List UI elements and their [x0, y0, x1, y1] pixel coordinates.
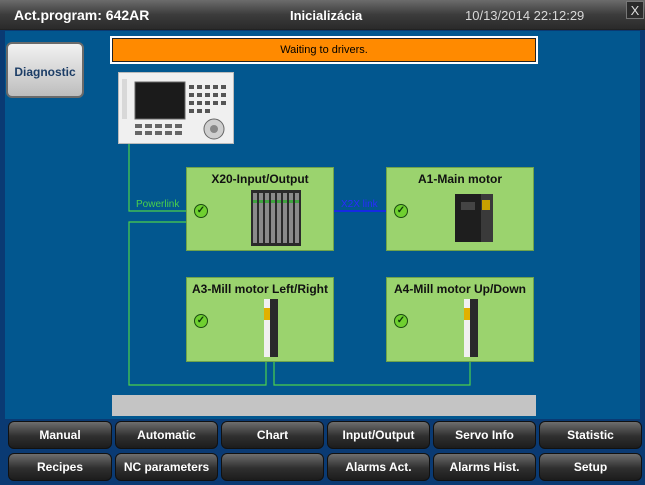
servo-drive-icon: [464, 299, 478, 357]
x2x-label: X2X link: [341, 199, 378, 210]
device-mill-ud[interactable]: A4-Mill motor Up/Down ✓: [386, 277, 534, 362]
plc-panel-image[interactable]: [118, 72, 234, 144]
nav-alarms-act-button[interactable]: Alarms Act.: [327, 453, 430, 481]
device-io[interactable]: X20-Input/Output ✓: [186, 167, 334, 251]
nav-recipes-button[interactable]: Recipes: [8, 453, 112, 481]
inverter-icon: [455, 194, 493, 242]
device-mill-lr-title: A3-Mill motor Left/Right: [192, 282, 328, 296]
nav-servo-info-button[interactable]: Servo Info: [433, 421, 536, 449]
progress-bar: [112, 395, 536, 416]
io-module-icon: [251, 190, 301, 246]
servo-drive-icon: [264, 299, 278, 357]
nav-manual-button[interactable]: Manual: [8, 421, 112, 449]
diagnostic-button[interactable]: Diagnostic: [6, 42, 84, 98]
device-main-motor[interactable]: A1-Main motor ✓: [386, 167, 534, 251]
nav-automatic-button[interactable]: Automatic: [115, 421, 218, 449]
nav-input-output-button[interactable]: Input/Output: [327, 421, 430, 449]
mill-ud-ok-icon: ✓: [394, 314, 408, 328]
nav-statistic-button[interactable]: Statistic: [539, 421, 642, 449]
nav-setup-button[interactable]: Setup: [539, 453, 642, 481]
device-main-motor-title: A1-Main motor: [418, 172, 502, 186]
device-io-title: X20-Input/Output: [211, 172, 309, 186]
io-ok-icon: ✓: [194, 204, 208, 218]
active-program: Act.program: 642AR: [14, 7, 150, 23]
close-button[interactable]: X: [626, 1, 644, 19]
nav-alarms-hist-button[interactable]: Alarms Hist.: [433, 453, 536, 481]
title-bar: Act.program: 642AR Inicializácia 10/13/2…: [0, 0, 645, 30]
nav-chart-button[interactable]: Chart: [221, 421, 324, 449]
device-mill-ud-title: A4-Mill motor Up/Down: [394, 282, 526, 296]
datetime: 10/13/2014 22:12:29: [465, 8, 585, 23]
status-message: Waiting to drivers.: [110, 36, 538, 64]
plc-panel-icon: [122, 79, 226, 140]
nav-nc-parameters-button[interactable]: NC parameters: [115, 453, 218, 481]
screen-title: Inicializácia: [290, 8, 363, 23]
mill-lr-ok-icon: ✓: [194, 314, 208, 328]
powerlink-label: Powerlink: [136, 199, 180, 210]
device-mill-lr[interactable]: A3-Mill motor Left/Right ✓: [186, 277, 334, 362]
nav-empty-button[interactable]: [221, 453, 324, 481]
main-motor-ok-icon: ✓: [394, 204, 408, 218]
